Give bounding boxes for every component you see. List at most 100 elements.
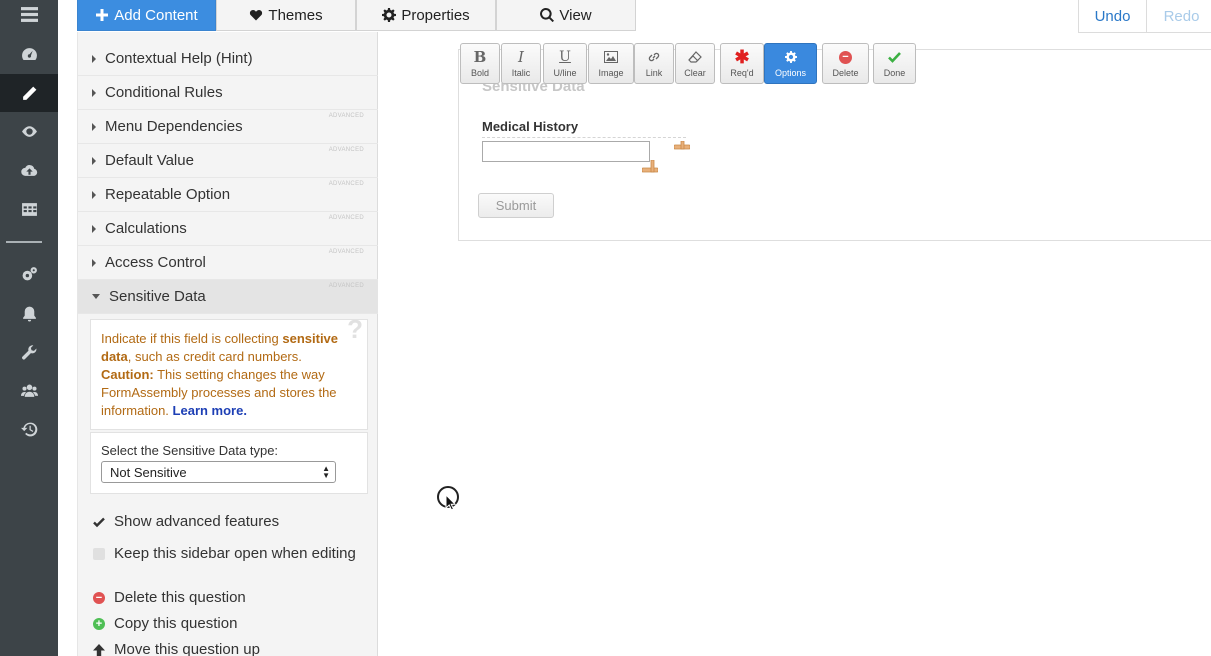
section-calculations[interactable]: Calculations ADVANCED	[78, 212, 378, 246]
asterisk-icon: ✱	[734, 47, 750, 67]
list-icon	[20, 6, 38, 22]
rail-integrations-button[interactable]	[0, 333, 58, 371]
tab-properties-label: Properties	[401, 6, 470, 24]
copy-question-action[interactable]: + Copy this question	[93, 615, 237, 632]
hint-after: , such as credit card numbers.	[127, 349, 302, 364]
eye-icon	[21, 125, 37, 137]
hint-intro: Indicate if this field is collecting	[101, 331, 283, 346]
learn-more-link[interactable]: Learn more.	[173, 403, 247, 418]
tab-properties[interactable]: Properties	[356, 0, 496, 31]
builder-tabs: Add Content Themes Properties View	[77, 0, 636, 32]
plus-icon	[96, 9, 109, 21]
tab-add-content-label: Add Content	[114, 6, 198, 24]
advanced-badge: ADVANCED	[328, 113, 364, 119]
section-contextual-help[interactable]: Contextual Help (Hint)	[78, 42, 378, 76]
redo-button[interactable]: Redo	[1147, 0, 1211, 33]
done-button[interactable]: Done	[873, 43, 916, 84]
rail-notifications-button[interactable]	[0, 294, 58, 332]
rail-history-button[interactable]	[0, 410, 58, 448]
sensitive-data-hint: ? Indicate if this field is collecting s…	[90, 314, 368, 430]
section-sensitive-data[interactable]: Sensitive Data ADVANCED	[78, 280, 378, 314]
rail-preview-button[interactable]	[0, 112, 58, 150]
rail-publish-button[interactable]	[0, 151, 58, 189]
eraser-icon	[688, 49, 702, 65]
section-label: Conditional Rules	[105, 84, 223, 101]
delete-question-action[interactable]: − Delete this question	[93, 589, 246, 606]
tab-themes[interactable]: Themes	[216, 0, 356, 31]
bell-icon	[22, 306, 36, 321]
rail-settings-button[interactable]	[0, 255, 58, 293]
minus-circle-icon: −	[839, 49, 852, 65]
caret-right-icon	[92, 258, 96, 267]
rail-list-button[interactable]	[0, 0, 58, 33]
caret-down-icon	[92, 294, 100, 299]
checkmark-icon	[888, 49, 901, 65]
sensitive-type-box: Select the Sensitive Data type: Not Sens…	[90, 432, 368, 494]
keep-sidebar-open-toggle[interactable]: Keep this sidebar open when editing	[93, 545, 356, 562]
link-button[interactable]: Link	[634, 43, 674, 84]
section-label: Access Control	[105, 254, 206, 271]
gear-icon	[382, 8, 397, 22]
section-access-control[interactable]: Access Control ADVANCED	[78, 246, 378, 280]
section-label: Contextual Help (Hint)	[105, 50, 253, 67]
move-question-up-action[interactable]: Move this question up	[93, 641, 260, 656]
medical-history-input[interactable]	[482, 141, 650, 162]
select-arrows-icon: ▲ ▼	[322, 464, 330, 480]
form-builder-app: Add Content Themes Properties View Undo …	[0, 0, 1211, 656]
section-repeatable-option[interactable]: Repeatable Option ADVANCED	[78, 178, 378, 212]
section-label: Calculations	[105, 220, 187, 237]
undo-button[interactable]: Undo	[1078, 0, 1147, 33]
section-conditional-rules[interactable]: Conditional Rules	[78, 76, 378, 110]
mouse-pointer-icon	[445, 494, 457, 511]
bold-button[interactable]: B Bold	[460, 43, 500, 84]
sensitive-type-label: Select the Sensitive Data type:	[101, 443, 279, 458]
bold-label: Bold	[470, 68, 489, 78]
link-label: Link	[645, 68, 663, 78]
italic-button[interactable]: I Italic	[501, 43, 541, 84]
arrow-up-icon	[93, 643, 105, 656]
underline-label: U/line	[553, 68, 577, 78]
rail-responses-button[interactable]	[0, 190, 58, 228]
rail-dashboard-button[interactable]	[0, 35, 58, 73]
caret-right-icon	[92, 122, 96, 131]
clear-button[interactable]: Clear	[675, 43, 715, 84]
medical-history-label[interactable]: Medical History	[482, 119, 578, 134]
table-icon	[21, 202, 37, 216]
checkmark-icon	[93, 516, 105, 528]
question-mark-icon: ?	[347, 314, 363, 344]
submit-button[interactable]: Submit	[478, 193, 554, 218]
history-controls: Undo Redo	[1078, 0, 1211, 33]
advanced-badge: ADVANCED	[328, 215, 364, 221]
users-icon	[20, 384, 38, 397]
minus-circle-icon: −	[93, 591, 105, 604]
underline-icon: U	[559, 49, 571, 65]
section-menu-dependencies[interactable]: Menu Dependencies ADVANCED	[78, 110, 378, 144]
italic-icon: I	[518, 48, 524, 66]
delete-label: Delete	[832, 68, 859, 78]
image-button[interactable]: Image	[588, 43, 634, 84]
hint-caution-label: Caution:	[101, 367, 154, 382]
history-icon	[20, 422, 37, 436]
required-button[interactable]: ✱ Req'd	[720, 43, 764, 84]
resize-height-handle-icon[interactable]	[642, 160, 658, 174]
section-default-value[interactable]: Default Value ADVANCED	[78, 144, 378, 178]
show-advanced-toggle[interactable]: Show advanced features	[93, 513, 279, 530]
resize-width-handle-icon[interactable]	[674, 141, 690, 153]
tab-add-content[interactable]: Add Content	[77, 0, 216, 31]
caret-right-icon	[92, 190, 96, 199]
heart-icon	[250, 9, 263, 21]
copy-question-label: Copy this question	[114, 615, 238, 632]
field-options-sidebar: Contextual Help (Hint) Conditional Rules…	[77, 32, 378, 656]
rail-edit-button[interactable]	[0, 74, 58, 112]
sensitive-type-select[interactable]: Not Sensitive ▲ ▼	[101, 461, 336, 483]
options-button[interactable]: Options	[764, 43, 817, 84]
rail-users-button[interactable]	[0, 371, 58, 409]
section-label: Menu Dependencies	[105, 118, 243, 135]
rail-separator	[6, 241, 42, 243]
italic-label: Italic	[511, 68, 531, 78]
tab-view[interactable]: View	[496, 0, 636, 31]
underline-button[interactable]: U U/line	[543, 43, 587, 84]
caret-right-icon	[92, 224, 96, 233]
caret-right-icon	[92, 88, 96, 97]
delete-button[interactable]: − Delete	[822, 43, 869, 84]
